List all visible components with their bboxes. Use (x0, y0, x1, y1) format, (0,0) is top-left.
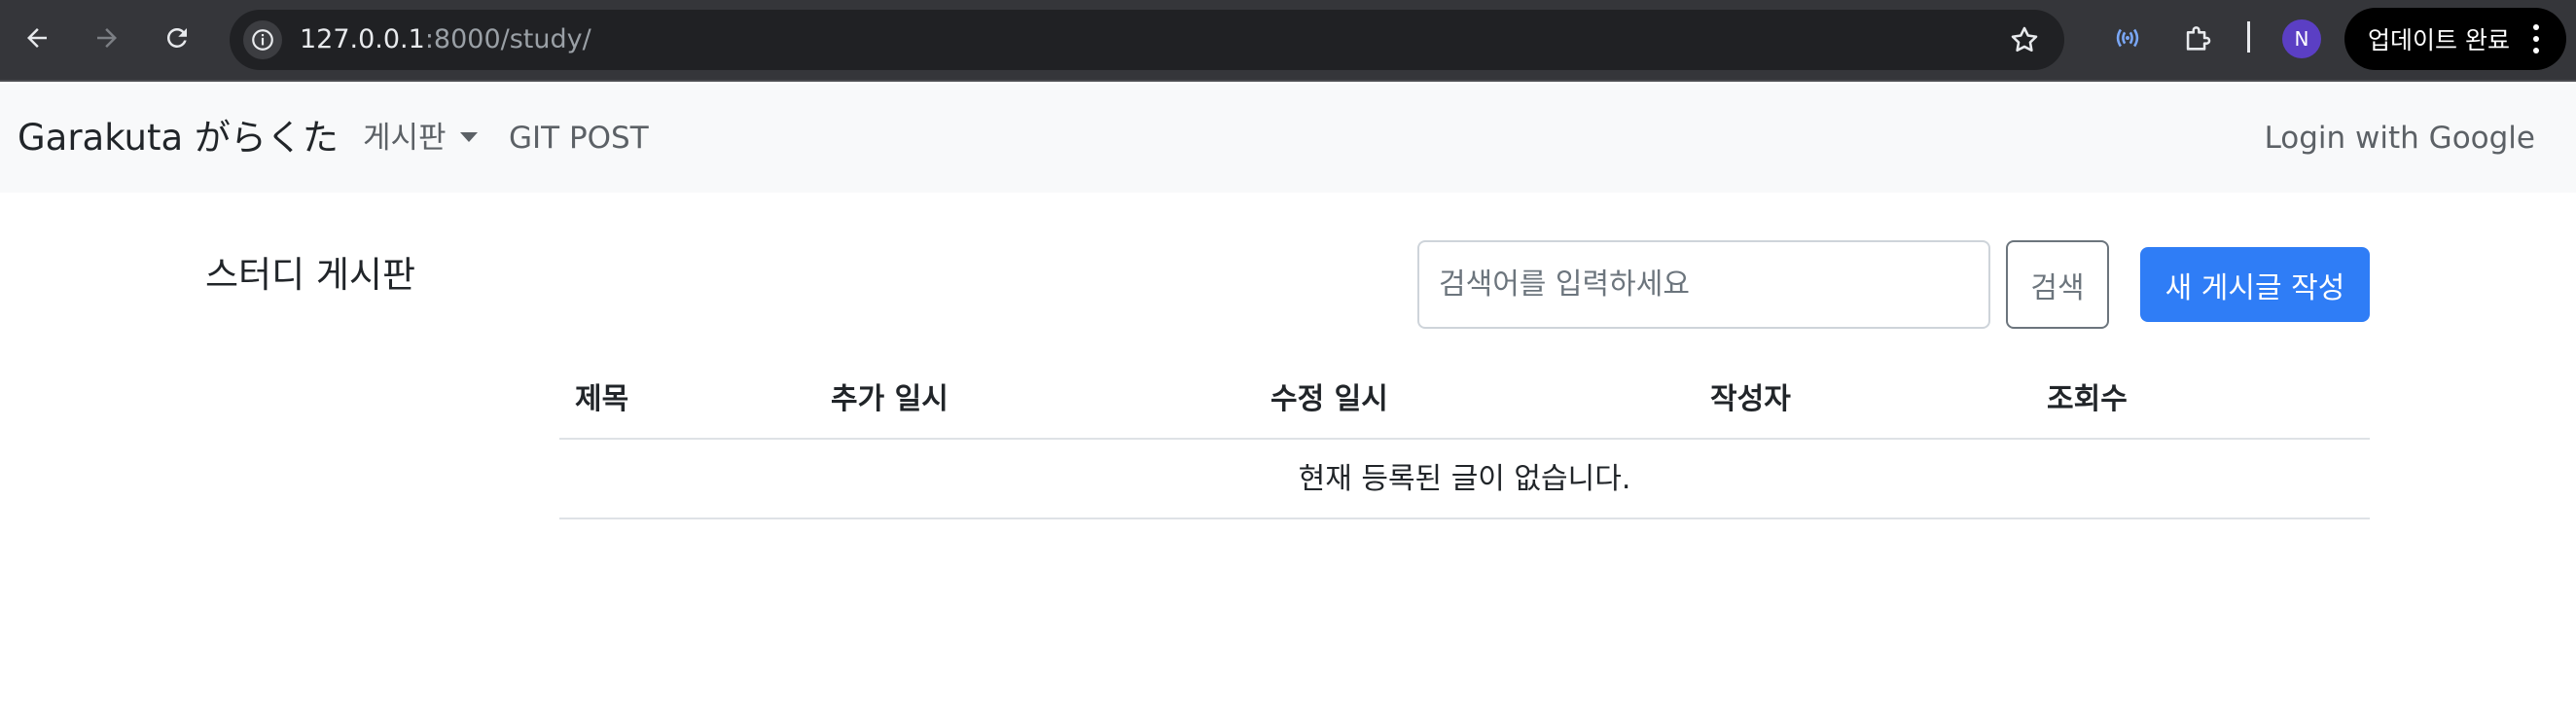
profile-avatar[interactable]: N (2282, 19, 2321, 58)
table-empty-message: 현재 등록된 글이 없습니다. (559, 440, 2370, 519)
bookmark-star-icon[interactable] (2008, 23, 2041, 56)
caret-down-icon (459, 131, 478, 142)
column-header-title: 제목 (575, 382, 629, 416)
browser-toolbar: 127.0.0.1:8000/study/ N 업데이트 완료 (0, 0, 2576, 82)
toolbar-divider (2247, 21, 2250, 53)
column-header-author: 작성자 (1710, 382, 1791, 416)
search-button[interactable]: 검색 (2006, 240, 2109, 329)
url-path: :8000/study/ (424, 24, 591, 54)
arrow-right-icon (97, 28, 117, 48)
new-post-button[interactable]: 새 게시글 작성 (2140, 247, 2370, 322)
kebab-menu-icon (2533, 24, 2539, 54)
login-google-link[interactable]: Login with Google (2265, 84, 2535, 193)
reload-button[interactable] (157, 18, 197, 58)
column-header-modified: 수정 일시 (1270, 382, 1388, 416)
arrow-left-icon (27, 28, 47, 48)
url-text[interactable]: 127.0.0.1:8000/study/ (300, 10, 591, 70)
board-dropdown-label: 게시판 (363, 121, 447, 156)
posts-table: 제목 추가 일시 수정 일시 작성자 조회수 현재 등록된 글이 없습니다. (559, 360, 2370, 519)
git-post-link[interactable]: GIT POST (509, 84, 649, 193)
reload-icon (166, 27, 187, 48)
column-header-views: 조회수 (2047, 382, 2128, 416)
forward-button[interactable] (87, 18, 127, 58)
site-navbar: Garakuta がらくた 게시판 GIT POST Login with Go… (0, 84, 2576, 193)
board-dropdown[interactable]: 게시판 (363, 84, 478, 193)
table-header: 제목 추가 일시 수정 일시 작성자 조회수 (559, 360, 2370, 440)
address-bar[interactable]: 127.0.0.1:8000/study/ (230, 10, 2064, 70)
url-host: 127.0.0.1 (300, 24, 425, 54)
site-info-icon[interactable] (243, 20, 282, 59)
brand-link[interactable]: Garakuta がらくた (18, 84, 339, 193)
cast-icon[interactable] (2107, 18, 2148, 58)
search-input[interactable] (1417, 240, 1990, 329)
extensions-puzzle-icon[interactable] (2177, 18, 2218, 58)
back-button[interactable] (17, 18, 57, 58)
update-label: 업데이트 완료 (2368, 26, 2510, 54)
column-header-created: 추가 일시 (831, 382, 948, 416)
update-button[interactable]: 업데이트 완료 (2344, 8, 2566, 70)
page-title: 스터디 게시판 (205, 254, 416, 296)
